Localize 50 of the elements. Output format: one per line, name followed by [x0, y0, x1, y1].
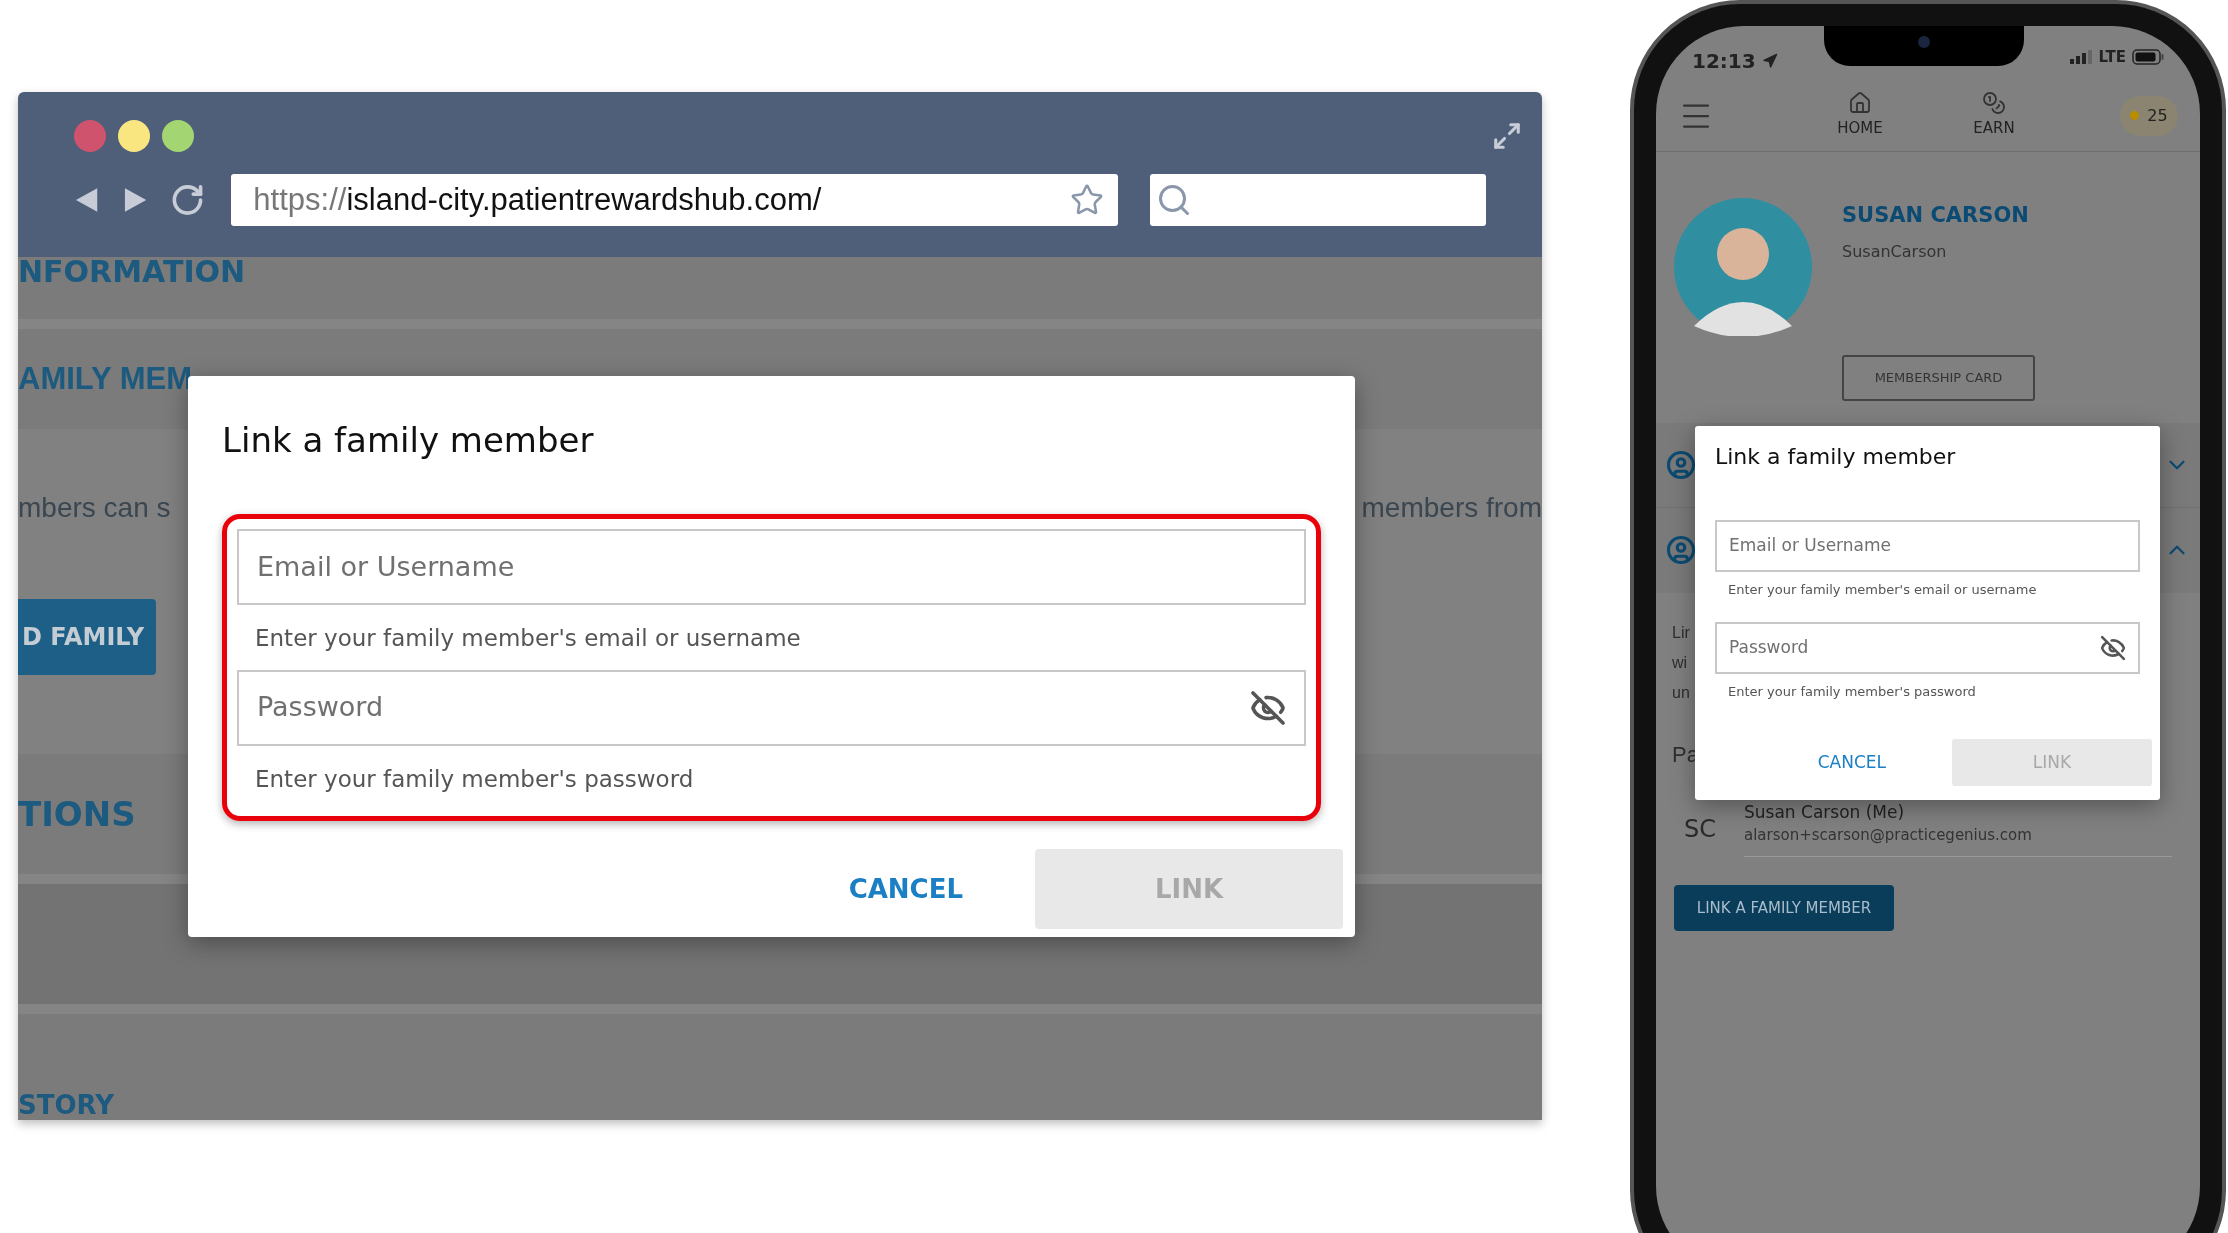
profile-name: SUSAN CARSON: [1842, 202, 2030, 229]
section-heading: TIONS: [18, 792, 136, 836]
home-icon: [1848, 91, 1872, 116]
input-field[interactable]: Email or Username: [1715, 520, 2140, 572]
section-heading: NFORMATION: [18, 257, 246, 287]
cancel-button[interactable]: CANCEL: [828, 861, 983, 917]
camera-icon: [1918, 36, 1931, 48]
helper-text: Enter your family member's email or username: [254, 624, 802, 653]
body-text: Lir: [1672, 622, 1690, 643]
bookmark-star-icon[interactable]: [1070, 183, 1105, 217]
member-email: alarson+scarson@practicegenius.com: [1744, 824, 2033, 846]
link-family-member-button[interactable]: LINK A FAMILY MEMBER: [1674, 885, 1894, 931]
nav-tab[interactable]: EARN: [1962, 91, 2026, 140]
helper-text: Enter your family member's password: [1727, 682, 1977, 701]
section-heading: AMILY MEM: [18, 359, 192, 398]
dialog-title: Link a family member: [1715, 443, 1957, 471]
cancel-button[interactable]: CANCEL: [1807, 745, 1896, 780]
hide-password-icon[interactable]: [2100, 634, 2126, 661]
body-text: members from: [1361, 491, 1542, 525]
input-field[interactable]: Password: [237, 669, 1306, 746]
points-badge[interactable]: 25: [2120, 95, 2178, 136]
points-count: 25: [2147, 104, 2168, 127]
search-field[interactable]: [1150, 174, 1486, 226]
status-time: 12:13: [1692, 48, 1756, 75]
nav-tab[interactable]: HOME: [1828, 91, 1892, 140]
body-text: mbers can s: [18, 491, 171, 525]
coins-icon: [1982, 91, 2006, 116]
helper-text: Enter your family member's email or username: [1727, 581, 2038, 599]
url-field[interactable]: https://island-city.patientrewardshub.com/: [231, 174, 1119, 226]
account-icon[interactable]: [1666, 449, 1696, 480]
family-icon[interactable]: [1666, 535, 1696, 565]
hide-password-icon[interactable]: [1250, 689, 1286, 726]
helper-text: Enter your family member's password: [254, 764, 695, 794]
expand-icon[interactable]: [1492, 121, 1522, 151]
network-label: LTE: [2098, 47, 2126, 68]
input-field[interactable]: Password: [1715, 621, 2140, 674]
back-icon[interactable]: [74, 186, 100, 214]
location-arrow-icon: [1761, 53, 1778, 69]
signal-icon: [2070, 50, 2093, 65]
add-family-button[interactable]: D FAMILY: [18, 599, 156, 675]
member-initials: SC: [1684, 814, 1714, 846]
body-text: un: [1672, 682, 1690, 703]
dialog-title: Link a family member: [222, 419, 595, 462]
body-text: wi: [1672, 652, 1688, 673]
battery-icon: [2132, 49, 2164, 66]
profile-username: SusanCarson: [1842, 240, 1948, 263]
section-heading: STORY: [18, 1092, 114, 1118]
membership-card-button[interactable]: MEMBERSHIP CARD: [1842, 354, 2035, 401]
input-field[interactable]: Email or Username: [237, 529, 1306, 605]
member-name: Susan Carson (Me): [1744, 801, 1906, 822]
